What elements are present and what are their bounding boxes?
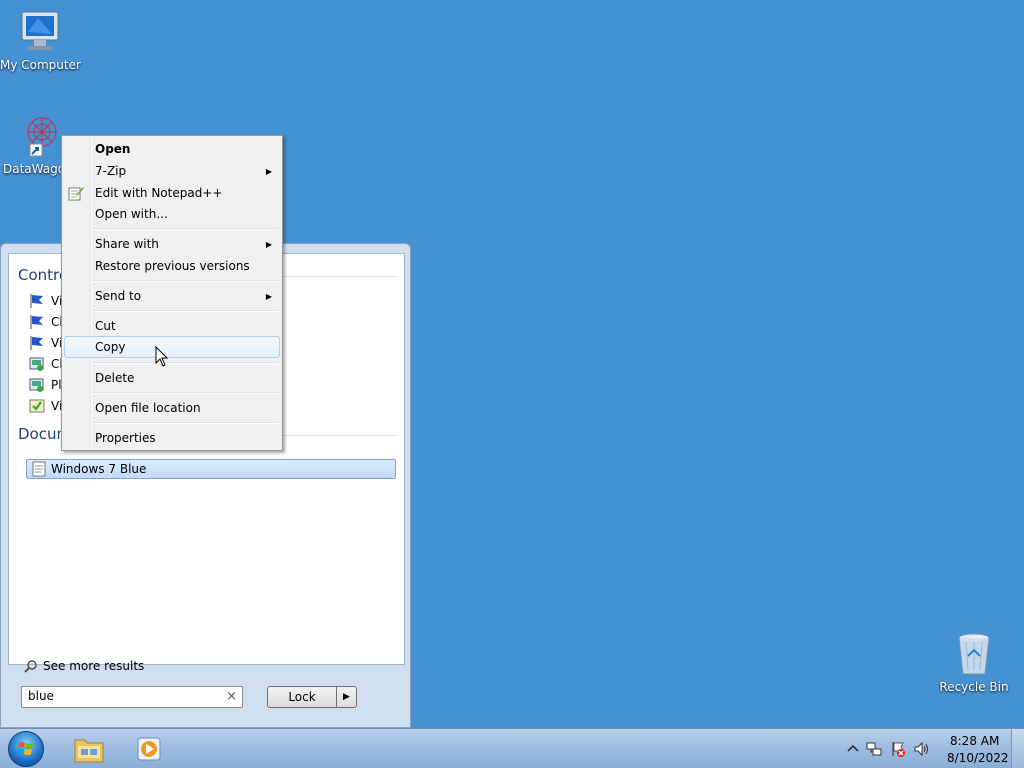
submenu-arrow-icon: ▶ (265, 166, 272, 176)
flag-icon (30, 315, 43, 329)
menu-item-label: Properties (95, 431, 156, 445)
flag-icon (30, 294, 43, 308)
menu-item-edit-with-notepadpp[interactable]: Edit with Notepad++ (64, 182, 280, 204)
show-hidden-icons-icon[interactable] (845, 741, 861, 757)
menu-item-label: Send to (95, 289, 142, 303)
search-input[interactable]: blue × (21, 686, 243, 708)
desktop-icon-label: My Computer (0, 58, 81, 72)
clock-date[interactable]: 8/10/2022 (947, 751, 1009, 765)
checklist-icon (29, 399, 45, 413)
menu-item-label: Open with... (95, 207, 168, 221)
result-item[interactable]: Vi (29, 291, 62, 311)
menu-item-open-with[interactable]: Open with... (64, 203, 280, 225)
menu-item-label: Share with (95, 237, 159, 251)
menu-item-label: Restore previous versions (95, 259, 250, 273)
menu-item-copy[interactable]: Copy (64, 336, 280, 358)
menu-separator (93, 362, 279, 364)
action-center-icon[interactable] (890, 741, 906, 757)
desktop-icon-label: Recycle Bin (939, 680, 1009, 694)
desktop-icon-my-computer[interactable]: My Computer (0, 8, 81, 72)
taskbar-media-player-button[interactable] (130, 732, 170, 766)
search-icon (24, 660, 37, 673)
submenu-arrow-icon: ▶ (265, 291, 272, 301)
clock-time[interactable]: 8:28 AM (950, 734, 999, 748)
result-item[interactable]: Pl (29, 375, 62, 395)
windows-logo-icon (17, 742, 33, 755)
see-more-label: See more results (43, 659, 145, 673)
notepadpp-icon (68, 187, 84, 201)
programs-icon (29, 378, 44, 392)
menu-item-share-with[interactable]: Share with ▶ (64, 233, 280, 255)
computer-icon (21, 11, 59, 50)
menu-item-cut[interactable]: Cut (64, 315, 280, 337)
flag-icon (30, 336, 43, 350)
document-label: Windows 7 Blue (51, 462, 147, 476)
shutdown-options-arrow-icon[interactable]: ▶ (336, 686, 357, 708)
folder-icon (74, 739, 104, 763)
clear-search-icon[interactable]: × (226, 689, 237, 704)
submenu-arrow-icon: ▶ (265, 239, 272, 249)
menu-separator (93, 310, 279, 312)
taskbar-explorer-button[interactable] (69, 732, 109, 766)
menu-separator (93, 422, 279, 424)
theme-file-icon (32, 461, 46, 477)
taskbar: 8:28 AM 8/10/2022 (0, 728, 1024, 768)
menu-item-label: 7-Zip (95, 164, 127, 178)
menu-item-label: Open (95, 142, 131, 156)
menu-separator (93, 280, 279, 282)
menu-item-open-file-location[interactable]: Open file location (64, 397, 280, 419)
mouse-cursor-icon (155, 346, 169, 367)
document-result-windows-7-blue[interactable]: Windows 7 Blue (26, 459, 396, 479)
result-item[interactable]: Vi (29, 396, 62, 416)
media-player-icon (137, 737, 161, 761)
start-button[interactable] (8, 731, 44, 767)
programs-icon (29, 357, 44, 371)
desktop-icon-recycle-bin[interactable]: Recycle Bin (934, 630, 1014, 694)
result-label: Pl (51, 378, 62, 392)
volume-icon[interactable] (914, 741, 930, 757)
menu-item-properties[interactable]: Properties (64, 427, 280, 449)
menu-separator (93, 392, 279, 394)
menu-separator (93, 228, 279, 230)
menu-item-7zip[interactable]: 7-Zip ▶ (64, 160, 280, 182)
menu-item-label: Delete (95, 371, 135, 385)
result-item[interactable]: Vi (29, 333, 62, 353)
menu-item-send-to[interactable]: Send to ▶ (64, 285, 280, 307)
search-value: blue (28, 689, 54, 703)
menu-item-open[interactable]: Open (64, 138, 280, 160)
show-desktop-button[interactable] (1011, 729, 1024, 768)
menu-item-label: Cut (95, 319, 116, 333)
menu-item-restore-previous-versions[interactable]: Restore previous versions (64, 255, 280, 277)
menu-item-label: Open file location (95, 401, 201, 415)
network-icon[interactable] (866, 741, 882, 757)
see-more-results-link[interactable]: See more results (24, 659, 144, 673)
datawagon-shortcut-icon (27, 117, 57, 157)
menu-item-label: Edit with Notepad++ (95, 186, 223, 200)
recycle-bin-icon (958, 633, 990, 675)
menu-item-delete[interactable]: Delete (64, 367, 280, 389)
lock-button[interactable]: Lock (267, 686, 337, 708)
menu-item-label: Copy (95, 340, 126, 354)
context-menu: Open 7-Zip ▶ Edit with Notepad++ Open wi… (61, 135, 283, 451)
